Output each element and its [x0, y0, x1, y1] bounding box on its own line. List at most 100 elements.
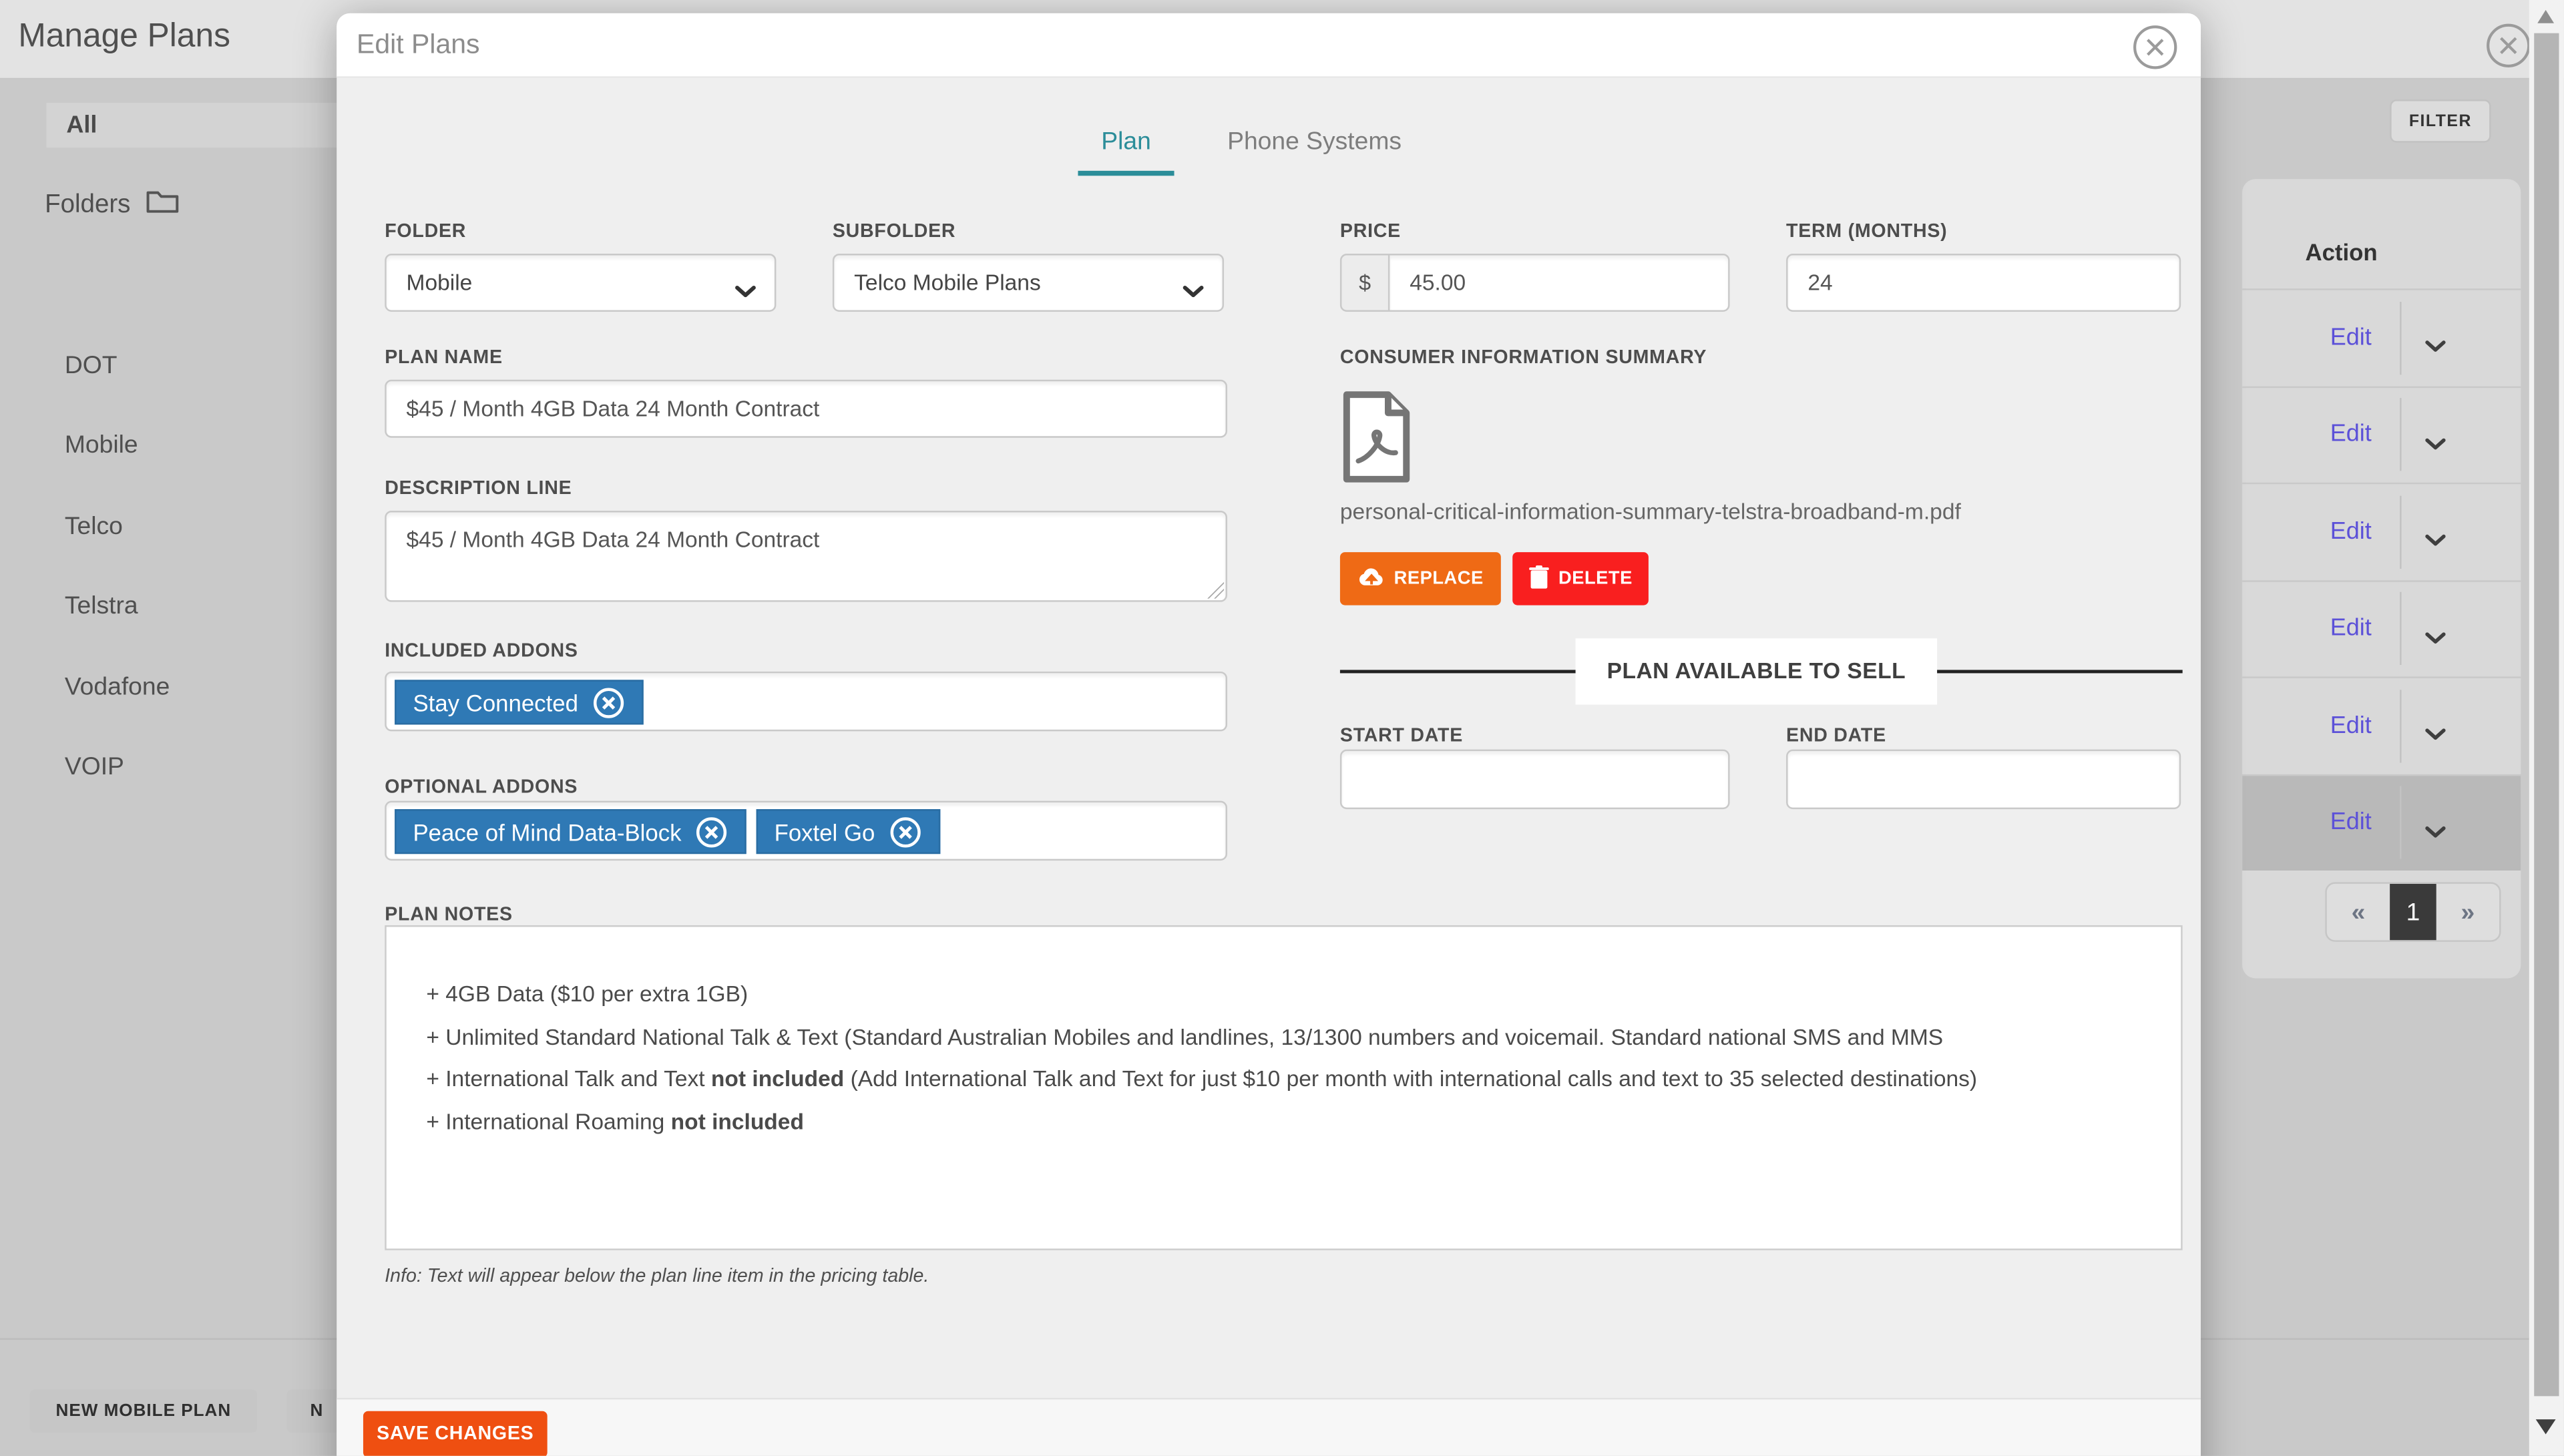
subfolder-select[interactable]: Telco Mobile Plans: [833, 254, 1224, 312]
optional-addons-box[interactable]: Peace of Mind Data-BlockFoxtel Go: [385, 801, 1227, 861]
plan-notes-info: Info: Text will appear below the plan li…: [385, 1267, 929, 1287]
folder-label: FOLDER: [385, 222, 466, 242]
pagination-prev-button[interactable]: «: [2327, 884, 2390, 940]
included-addons-box[interactable]: Stay Connected: [385, 672, 1227, 731]
sidebar-folder-telco[interactable]: Telco: [65, 486, 170, 566]
price-label: PRICE: [1340, 222, 1401, 242]
available-section-legend: PLAN AVAILABLE TO SELL: [1576, 638, 1937, 704]
page-title: Manage Plans: [18, 18, 230, 56]
edit-plans-modal: Edit Plans Plan Phone Systems FOLDER Mobi…: [337, 13, 2201, 1456]
price-input[interactable]: [1388, 254, 1730, 312]
edit-link[interactable]: Edit: [2330, 810, 2372, 836]
remove-addon-icon[interactable]: [592, 686, 625, 719]
sidebar-folder-voip[interactable]: VOIP: [65, 727, 170, 807]
remove-addon-icon[interactable]: [888, 815, 921, 848]
save-changes-button[interactable]: SAVE CHANGES: [363, 1411, 548, 1456]
action-rows: Edit Edit Edit Edit Edit: [2242, 288, 2521, 871]
table-row: Edit: [2242, 579, 2521, 676]
table-row: Edit: [2242, 483, 2521, 579]
chevron-down-icon[interactable]: [2424, 332, 2446, 362]
edit-link[interactable]: Edit: [2330, 519, 2372, 545]
tab-plan[interactable]: Plan: [1078, 128, 1174, 176]
start-date-input[interactable]: [1340, 750, 1730, 809]
term-input[interactable]: [1786, 254, 2181, 312]
plan-notes-editor[interactable]: + 4GB Data ($10 per extra 1GB)+ Unlimite…: [385, 925, 2182, 1250]
scrollbar-thumb[interactable]: [2534, 33, 2559, 1397]
new-mobile-plan-button[interactable]: NEW MOBILE PLAN: [30, 1389, 257, 1433]
included-addons-label: INCLUDED ADDONS: [385, 642, 578, 662]
row-divider: [2400, 302, 2401, 375]
table-row: Edit: [2242, 774, 2521, 871]
row-divider: [2400, 495, 2401, 568]
chevron-down-icon[interactable]: [2424, 623, 2446, 653]
row-divider: [2400, 786, 2401, 859]
plan-notes-label: PLAN NOTES: [385, 905, 513, 925]
plan-note-line: + International Roaming not included: [426, 1100, 2141, 1142]
plans-table-panel: Action Edit Edit Edit Edit: [2242, 179, 2521, 978]
pagination: « 1 »: [2325, 882, 2501, 941]
folder-list: DOTMobileTelcoTelstraVodafoneVOIP: [65, 325, 170, 808]
chevron-down-icon[interactable]: [2424, 525, 2446, 555]
all-tab-label: All: [66, 112, 97, 139]
edit-link[interactable]: Edit: [2330, 324, 2372, 351]
page-close-icon[interactable]: [2485, 21, 2533, 77]
delete-button[interactable]: DELETE: [1512, 552, 1649, 605]
sidebar-folder-dot[interactable]: DOT: [65, 325, 170, 405]
replace-button[interactable]: REPLACE: [1340, 552, 1501, 605]
sidebar-folder-vodafone[interactable]: Vodafone: [65, 647, 170, 727]
folder-select[interactable]: Mobile: [385, 254, 776, 312]
sidebar-folder-telstra[interactable]: Telstra: [65, 566, 170, 646]
chevron-down-icon: [1183, 278, 1204, 303]
end-date-label: END DATE: [1786, 726, 1886, 746]
price-currency-prefix: $: [1340, 254, 1390, 312]
scroll-up-arrow-icon[interactable]: [2537, 10, 2554, 23]
plan-name-input[interactable]: [385, 380, 1227, 438]
modal-footer: SAVE CHANGES: [337, 1398, 2201, 1456]
sidebar-folder-mobile[interactable]: Mobile: [65, 405, 170, 485]
table-row: Edit: [2242, 385, 2521, 482]
modal-header: Edit Plans: [337, 13, 2201, 78]
plan-note-line: + International Talk and Text not includ…: [426, 1058, 2141, 1100]
modal-close-icon[interactable]: [2131, 23, 2179, 71]
screen: Manage Plans All Folders DOTMobileTelcoT…: [0, 0, 2564, 1456]
modal-tabs: Plan Phone Systems: [1078, 128, 1424, 176]
chevron-down-icon[interactable]: [2424, 429, 2446, 459]
modal-title: Edit Plans: [357, 30, 480, 61]
plan-name-label: PLAN NAME: [385, 348, 503, 369]
trash-icon: [1528, 565, 1548, 593]
folders-heading: Folders: [45, 189, 178, 222]
edit-link[interactable]: Edit: [2330, 712, 2372, 739]
table-row: Edit: [2242, 676, 2521, 773]
filter-button[interactable]: FILTER: [2390, 99, 2491, 143]
row-divider: [2400, 690, 2401, 762]
description-label: DESCRIPTION LINE: [385, 479, 572, 499]
pagination-next-button[interactable]: »: [2436, 884, 2499, 940]
resize-grip[interactable]: [1207, 582, 1224, 599]
plan-note-line: + Unlimited Standard National Talk & Tex…: [426, 1015, 2141, 1057]
scroll-down-arrow-icon[interactable]: [2536, 1419, 2556, 1434]
description-textarea[interactable]: $45 / Month 4GB Data 24 Month Contract: [385, 511, 1227, 602]
addon-tag: Foxtel Go: [756, 809, 939, 854]
table-row: Edit: [2242, 288, 2521, 385]
remove-addon-icon[interactable]: [694, 815, 728, 848]
scrollbar[interactable]: [2529, 0, 2564, 1456]
chevron-down-icon[interactable]: [2424, 720, 2446, 750]
consumer-summary-label: CONSUMER INFORMATION SUMMARY: [1340, 348, 1707, 369]
pagination-page-1[interactable]: 1: [2390, 884, 2436, 940]
folders-heading-label: Folders: [45, 191, 130, 221]
edit-link[interactable]: Edit: [2330, 422, 2372, 449]
plan-note-line: + 4GB Data ($10 per extra 1GB): [426, 973, 2141, 1015]
addon-tag: Peace of Mind Data-Block: [395, 809, 746, 854]
pdf-filename: personal-critical-information-summary-te…: [1340, 499, 1961, 524]
tab-phone-systems[interactable]: Phone Systems: [1204, 128, 1425, 176]
edit-link[interactable]: Edit: [2330, 616, 2372, 642]
addon-tag: Stay Connected: [395, 680, 643, 724]
term-label: TERM (MONTHS): [1786, 222, 1947, 242]
pdf-file-icon: [1340, 391, 1413, 491]
end-date-input[interactable]: [1786, 750, 2181, 809]
chevron-down-icon[interactable]: [2424, 816, 2446, 846]
row-divider: [2400, 399, 2401, 471]
optional-addons-label: OPTIONAL ADDONS: [385, 778, 578, 798]
action-column-header: Action: [2305, 239, 2377, 266]
sidebar-item-all[interactable]: All: [47, 103, 339, 148]
